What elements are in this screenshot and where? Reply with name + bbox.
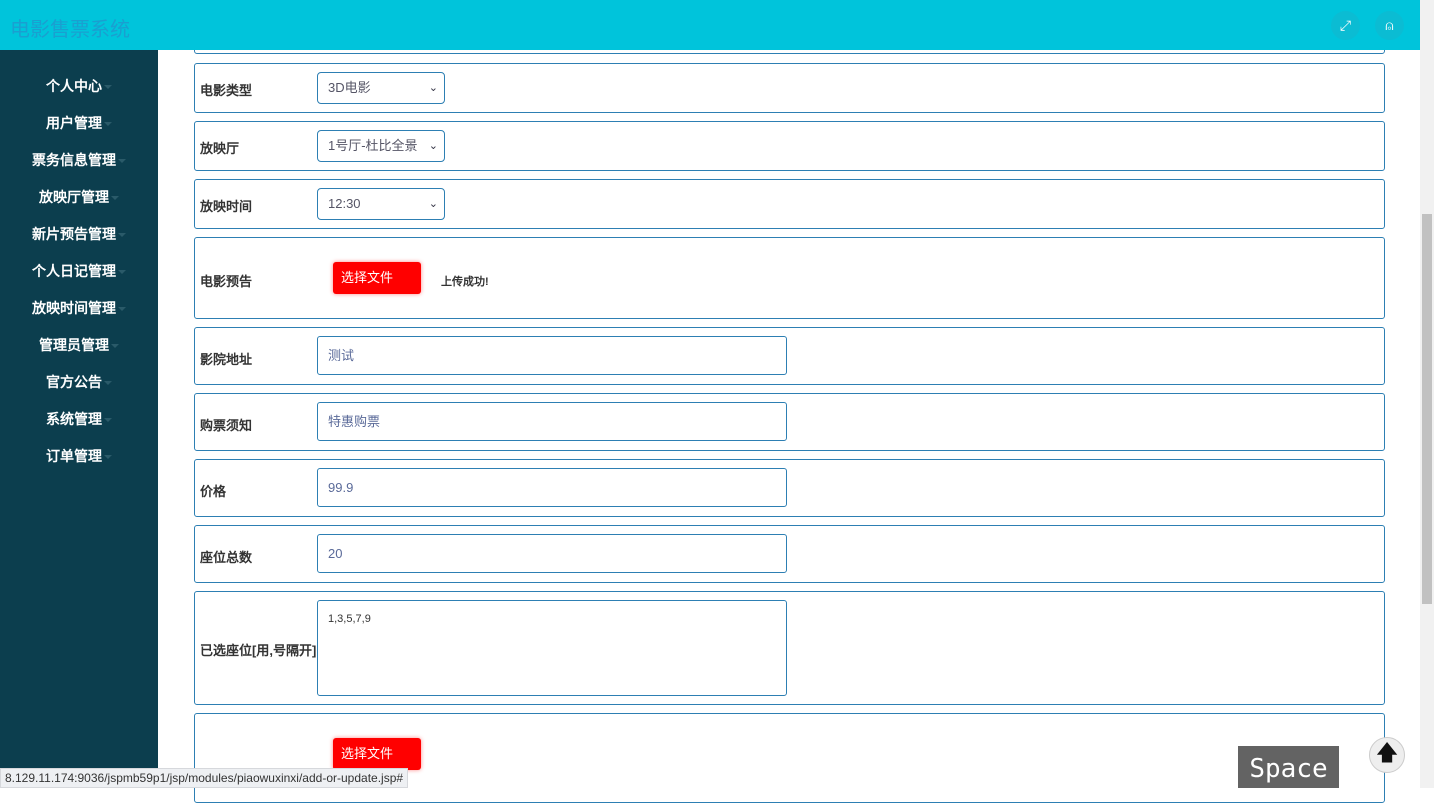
- caret-down-icon: [104, 85, 112, 90]
- sidebar-item-showtimes[interactable]: 放映时间管理: [0, 298, 158, 318]
- status-bar-url: 8.129.11.174:9036/jspmb59p1/jsp/modules/…: [0, 768, 409, 788]
- caret-down-icon: [104, 122, 112, 127]
- form-row-trailer: 电影预告 选择文件 上传成功!: [194, 237, 1385, 319]
- caret-down-icon: [118, 159, 126, 164]
- caret-down-icon: [104, 418, 112, 423]
- sidebar-item-label: 用户管理: [46, 115, 102, 131]
- scrollbar-thumb[interactable]: [1422, 214, 1432, 604]
- form-row-seats-total: 座位总数 20: [194, 525, 1385, 583]
- top-header: 电影售票系统 ⤢ ⍝: [0, 0, 1420, 50]
- sidebar-item-diary[interactable]: 个人日记管理: [0, 261, 158, 281]
- caret-down-icon: [111, 344, 119, 349]
- sidebar-item-announcements[interactable]: 官方公告: [0, 372, 158, 392]
- sidebar-item-label: 票务信息管理: [32, 152, 116, 168]
- upload-status: 上传成功!: [441, 276, 489, 288]
- sidebar-item-system[interactable]: 系统管理: [0, 409, 158, 429]
- fullscreen-button[interactable]: ⤢: [1331, 11, 1360, 40]
- seats-selected-textarea[interactable]: 1,3,5,7,9: [317, 600, 787, 696]
- field-label: 已选座位[用,号隔开]: [200, 643, 317, 658]
- select-value: 12:30: [328, 196, 361, 211]
- form-row-hall: 放映厅 1号厅-杜比全景 ⌄: [194, 121, 1385, 171]
- sidebar-item-admins[interactable]: 管理员管理: [0, 335, 158, 355]
- caret-down-icon: [104, 381, 112, 386]
- sidebar-item-users[interactable]: 用户管理: [0, 113, 158, 133]
- form-row-time: 放映时间 12:30 ⌄: [194, 179, 1385, 229]
- sidebar-item-label: 管理员管理: [39, 337, 109, 353]
- chevron-down-icon: ⌄: [428, 198, 438, 210]
- scrollbar[interactable]: [1420, 0, 1434, 788]
- form-row-file: 选择文件: [194, 713, 1385, 803]
- form-area: 电影类型 3D电影 ⌄ 放映厅 1号厅-杜比全景 ⌄ 放映时间 12:30 ⌄ 电影预…: [158, 40, 1420, 803]
- sidebar-item-halls[interactable]: 放映厅管理: [0, 187, 158, 207]
- sidebar-item-tickets[interactable]: 票务信息管理: [0, 150, 158, 170]
- sidebar-item-orders[interactable]: 订单管理: [0, 446, 158, 466]
- sidebar-item-label: 放映厅管理: [39, 189, 109, 205]
- form-row-movie-type: 电影类型 3D电影 ⌄: [194, 63, 1385, 113]
- time-select[interactable]: 12:30 ⌄: [317, 188, 445, 220]
- form-row-address: 影院地址 测试: [194, 327, 1385, 385]
- field-label: 放映时间: [200, 199, 253, 214]
- arrow-up-icon: 🡅: [1375, 740, 1399, 765]
- notice-input[interactable]: 特惠购票: [317, 402, 787, 441]
- field-label: 购票须知: [200, 418, 253, 433]
- field-label: 价格: [200, 484, 227, 499]
- chevron-down-icon: ⌄: [428, 82, 438, 94]
- address-input[interactable]: 测试: [317, 336, 787, 375]
- sidebar-item-label: 官方公告: [46, 374, 102, 390]
- caret-down-icon: [118, 233, 126, 238]
- price-input[interactable]: 99.9: [317, 468, 787, 507]
- movie-type-select[interactable]: 3D电影 ⌄: [317, 72, 445, 104]
- caret-down-icon: [111, 196, 119, 201]
- user-button[interactable]: ⍝: [1375, 11, 1404, 40]
- hall-select[interactable]: 1号厅-杜比全景 ⌄: [317, 130, 445, 162]
- form-row-price: 价格 99.9: [194, 459, 1385, 517]
- sidebar-item-label: 系统管理: [46, 411, 102, 427]
- sidebar-item-label: 订单管理: [46, 448, 102, 464]
- caret-down-icon: [104, 455, 112, 460]
- field-label: 电影类型: [200, 83, 253, 98]
- caret-down-icon: [118, 307, 126, 312]
- chevron-down-icon: ⌄: [426, 131, 438, 161]
- key-overlay: Space: [1238, 746, 1339, 788]
- user-icon: ⍝: [1385, 17, 1394, 33]
- sidebar-item-trailers[interactable]: 新片预告管理: [0, 224, 158, 244]
- sidebar-item-label: 放映时间管理: [32, 300, 116, 316]
- field-label: 座位总数: [200, 550, 253, 565]
- select-value: 1号厅-杜比全景: [328, 138, 418, 153]
- choose-file-button[interactable]: 选择文件: [333, 262, 421, 294]
- sidebar: 个人中心 用户管理 票务信息管理 放映厅管理 新片预告管理 个人日记管理 放映时…: [0, 50, 158, 788]
- expand-icon: ⤢: [1339, 17, 1352, 33]
- sidebar-item-label: 个人中心: [46, 78, 102, 94]
- caret-down-icon: [118, 270, 126, 275]
- sidebar-item-label: 个人日记管理: [32, 263, 116, 279]
- select-value: 3D电影: [328, 80, 371, 95]
- field-label: 影院地址: [200, 352, 253, 367]
- back-to-top-button[interactable]: 🡅: [1369, 737, 1405, 773]
- field-label: 电影预告: [200, 274, 253, 289]
- form-row-seats-selected: 已选座位[用,号隔开] 1,3,5,7,9: [194, 591, 1385, 705]
- sidebar-item-label: 新片预告管理: [32, 226, 116, 242]
- choose-file-button[interactable]: 选择文件: [333, 738, 421, 770]
- field-label: 放映厅: [200, 141, 240, 156]
- app-title: 电影售票系统: [10, 19, 130, 41]
- form-row-notice: 购票须知 特惠购票: [194, 393, 1385, 451]
- sidebar-item-personal-center[interactable]: 个人中心: [0, 76, 158, 96]
- seats-total-input[interactable]: 20: [317, 534, 787, 573]
